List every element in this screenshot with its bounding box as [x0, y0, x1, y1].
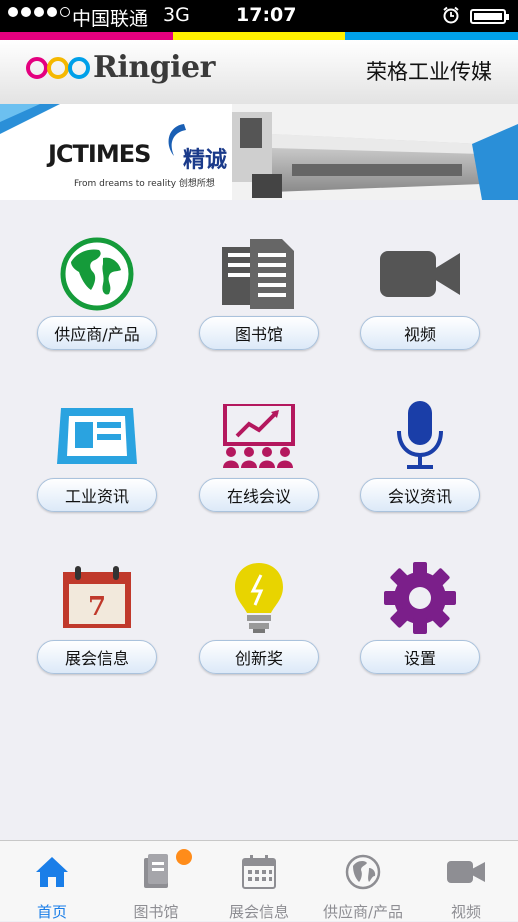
globe-icon: [17, 234, 177, 314]
carrier-name: 中国联通: [72, 8, 149, 30]
menu-item-settings[interactable]: 设置: [340, 558, 500, 708]
tab-label: 展会信息: [228, 903, 289, 921]
home-icon: [0, 853, 104, 891]
signal-strength-icon: [8, 7, 70, 17]
gear-icon: [340, 558, 500, 638]
menu-label: 图书馆: [199, 316, 319, 350]
microphone-icon: [340, 396, 500, 476]
menu-label: 工业资讯: [37, 478, 157, 512]
menu-item-video[interactable]: 视频: [340, 234, 500, 384]
banner-brand: JCTIMES: [48, 140, 151, 168]
color-strip: [0, 32, 518, 40]
tab-label: 图书馆: [133, 903, 179, 921]
ringier-logo: Ringier: [26, 50, 215, 85]
tab-video[interactable]: 视频: [414, 841, 518, 921]
menu-label: 视频: [360, 316, 480, 350]
alarm-icon: [442, 6, 460, 29]
tab-label: 首页: [36, 903, 67, 921]
menu-item-conference-news[interactable]: 会议资讯: [340, 396, 500, 546]
menu-item-innovation-award[interactable]: 创新奖: [179, 558, 339, 708]
battery-icon: [470, 9, 509, 24]
app-header: Ringier 荣格工业传媒: [0, 40, 518, 105]
tab-label: 视频: [450, 903, 481, 921]
menu-label: 展会信息: [37, 640, 157, 674]
banner-slogan: From dreams to reality 创想所想: [74, 179, 215, 189]
book-icon: [104, 853, 208, 891]
calendar-icon: [207, 853, 311, 891]
menu-item-exhibition-info[interactable]: 7 展会信息: [17, 558, 177, 708]
newspaper-icon: [17, 396, 177, 476]
network-type: 3G: [163, 4, 190, 26]
presentation-icon: [179, 396, 339, 476]
menu-label: 设置: [360, 640, 480, 674]
menu-label: 在线会议: [199, 478, 319, 512]
tab-label: 供应商/产品: [322, 903, 404, 921]
video-camera-icon: [414, 853, 518, 891]
brand-name: Ringier: [93, 50, 215, 85]
menu-label: 会议资讯: [360, 478, 480, 512]
menu-item-industry-news[interactable]: 工业资讯: [17, 396, 177, 546]
ad-banner[interactable]: JCTIMES 精诚 From dreams to reality 创想所想: [0, 104, 518, 200]
menu-label: 供应商/产品: [37, 316, 157, 350]
menu-item-library[interactable]: 图书馆: [179, 234, 339, 384]
tab-suppliers[interactable]: 供应商/产品: [311, 841, 415, 921]
menu-item-suppliers[interactable]: 供应商/产品: [17, 234, 177, 384]
calendar-icon: 7: [17, 558, 177, 638]
lightbulb-icon: [179, 558, 339, 638]
calendar-day: 7: [87, 592, 107, 622]
notification-badge: [176, 849, 192, 865]
documents-icon: [179, 234, 339, 314]
company-name: 荣格工业传媒: [366, 60, 492, 84]
tab-home[interactable]: 首页: [0, 841, 104, 921]
tab-exhibition-info[interactable]: 展会信息: [207, 841, 311, 921]
status-bar: 中国联通 3G 17:07: [0, 0, 518, 32]
video-camera-icon: [340, 234, 500, 314]
tab-bar: 首页 图书馆 展会信息 供应商/产品 视频: [0, 840, 518, 921]
clock: 17:07: [236, 4, 297, 26]
menu-item-online-meeting[interactable]: 在线会议: [179, 396, 339, 546]
banner-brand-cn: 精诚: [183, 148, 228, 173]
machine-image: [232, 104, 518, 200]
globe-icon: [311, 853, 415, 891]
tab-library[interactable]: 图书馆: [104, 841, 208, 921]
menu-label: 创新奖: [199, 640, 319, 674]
